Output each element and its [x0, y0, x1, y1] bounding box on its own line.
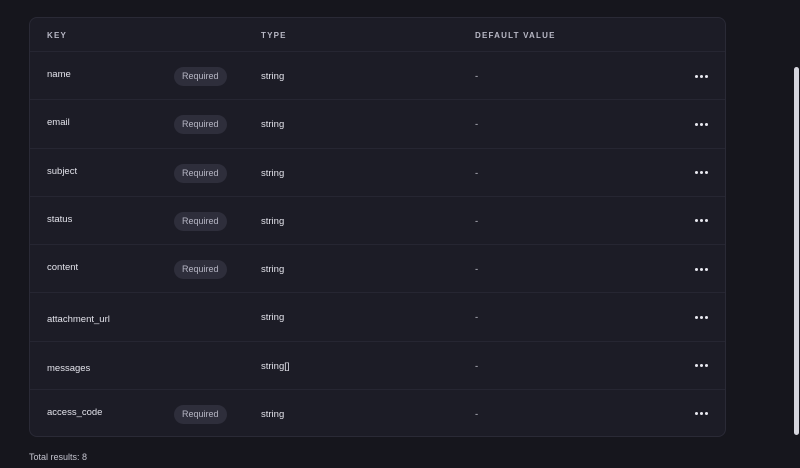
table-row: access_code Required string -: [30, 390, 725, 436]
row-default: -: [475, 264, 479, 275]
table-header: KEY TYPE DEFAULT VALUE: [30, 18, 725, 52]
header-default-value: DEFAULT VALUE: [475, 31, 556, 40]
more-options-icon[interactable]: [691, 408, 711, 420]
row-default: -: [475, 119, 479, 131]
total-results: Total results: 8: [29, 452, 88, 462]
row-type: string: [261, 167, 285, 179]
row-key: email: [47, 117, 70, 129]
row-type: string: [261, 119, 285, 131]
header-key: KEY: [47, 31, 68, 40]
header-type: TYPE: [261, 31, 287, 40]
more-options-icon[interactable]: [691, 215, 711, 227]
attributes-table: KEY TYPE DEFAULT VALUE name Required str…: [29, 17, 726, 437]
table-row: content Required string -: [30, 245, 725, 294]
row-default: -: [475, 312, 479, 324]
row-default: -: [475, 360, 479, 372]
table-row: subject Required string -: [30, 149, 725, 197]
row-type: string: [261, 264, 285, 275]
row-default: -: [475, 408, 479, 420]
scrollbar-thumb[interactable]: [794, 67, 799, 435]
row-type: string: [261, 408, 285, 420]
row-default: -: [475, 167, 479, 179]
row-key: name: [47, 69, 71, 80]
more-options-icon[interactable]: [691, 167, 711, 179]
required-badge: Required: [174, 163, 227, 183]
table-row: name Required string -: [30, 52, 725, 101]
required-badge: Required: [174, 115, 227, 135]
more-options-icon[interactable]: [691, 70, 711, 82]
required-badge: Required: [174, 260, 227, 279]
row-type: string: [261, 312, 285, 324]
table-row: messages string[] -: [30, 342, 725, 390]
more-options-icon[interactable]: [691, 360, 711, 372]
required-badge: Required: [174, 67, 227, 86]
table-row: attachment_url string -: [30, 293, 725, 342]
row-key: status: [47, 213, 73, 225]
more-options-icon[interactable]: [691, 263, 711, 275]
row-key: content: [47, 262, 79, 273]
table-row: status Required string -: [30, 197, 725, 245]
row-type: string: [261, 71, 285, 82]
row-key: messages: [47, 362, 91, 374]
row-type: string: [261, 215, 285, 227]
required-badge: Required: [174, 211, 227, 231]
row-key: attachment_url: [47, 314, 110, 326]
row-default: -: [475, 215, 479, 227]
row-default: -: [475, 71, 479, 82]
row-key: subject: [47, 165, 78, 177]
more-options-icon[interactable]: [691, 118, 711, 130]
table-row: email Required string -: [30, 100, 725, 149]
more-options-icon[interactable]: [691, 311, 711, 323]
row-key: access_code: [47, 406, 103, 418]
row-type: string[]: [261, 360, 290, 372]
required-badge: Required: [174, 404, 227, 424]
